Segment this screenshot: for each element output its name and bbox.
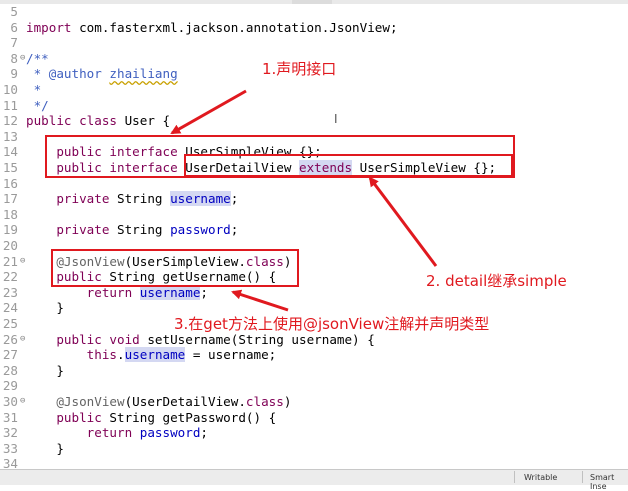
status-separator bbox=[582, 471, 583, 483]
arrow-to-return bbox=[231, 289, 289, 312]
arrow-to-extends bbox=[368, 176, 438, 267]
status-bar: Writable Smart Inse bbox=[0, 469, 628, 491]
annotation-use-jsonview-on-getter: 3.在get方法上使用@jsonView注解并声明类型 bbox=[174, 315, 490, 333]
annotation-detail-extends-simple: 2. detail继承simple bbox=[426, 272, 567, 290]
annotation-declare-interface: 1.声明接口 bbox=[262, 60, 337, 78]
arrow-to-interface bbox=[170, 89, 247, 135]
insert-mode-status[interactable]: Smart Inse bbox=[590, 473, 628, 491]
writable-status: Writable bbox=[524, 473, 558, 482]
status-separator bbox=[514, 471, 515, 483]
